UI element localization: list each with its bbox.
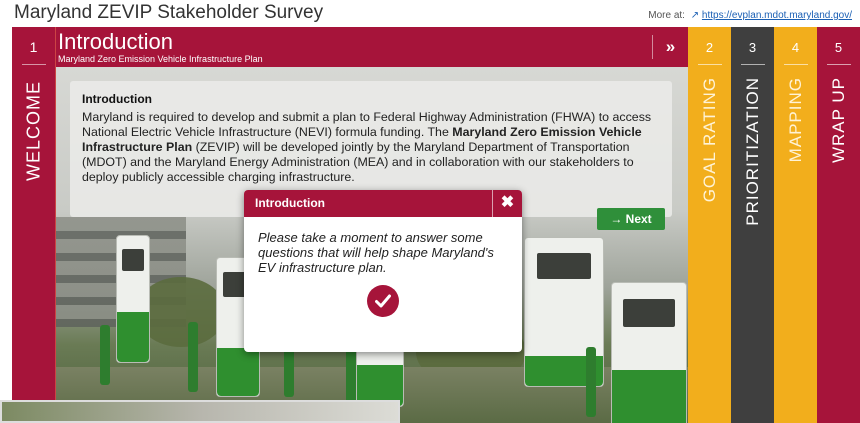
photo-thumbnail-strip xyxy=(0,400,400,423)
step-tab-goal-rating[interactable]: 2 GOAL RATING xyxy=(688,27,731,423)
step-number: 2 xyxy=(705,40,714,55)
charger-unit xyxy=(116,235,150,363)
divider xyxy=(783,64,808,65)
app-title: Maryland ZEVIP Stakeholder Survey xyxy=(14,2,324,23)
evplan-link[interactable]: https://evplan.mdot.maryland.gov/ xyxy=(702,10,852,21)
section-header: Introduction Maryland Zero Emission Vehi… xyxy=(56,27,688,67)
step-label: PRIORITIZATION xyxy=(742,77,762,226)
step-label-container: WRAP UP xyxy=(829,77,849,163)
double-chevron-right-icon[interactable]: » xyxy=(652,35,688,59)
step-label-container: WELCOME xyxy=(23,81,44,181)
charger-unit xyxy=(611,282,687,423)
divider xyxy=(21,64,46,65)
modal-title: Introduction xyxy=(255,196,325,210)
external-link-icon: ↗ xyxy=(690,10,700,21)
step-label: MAPPING xyxy=(785,77,805,163)
top-bar: Maryland ZEVIP Stakeholder Survey More a… xyxy=(0,0,860,27)
intro-text: Maryland is required to develop and subm… xyxy=(82,110,667,185)
step-tab-wrap-up[interactable]: 5 WRAP UP xyxy=(817,27,860,423)
intro-heading: Introduction xyxy=(82,92,152,106)
step-number: 1 xyxy=(29,39,38,55)
modal-message: Please take a moment to answer some ques… xyxy=(258,230,494,275)
divider xyxy=(697,64,722,65)
divider xyxy=(740,64,765,65)
section-title: Introduction xyxy=(58,29,173,54)
intro-modal: Introduction ✖ Please take a moment to a… xyxy=(244,190,522,352)
bollard xyxy=(188,322,198,392)
step-tab-prioritization[interactable]: 3 PRIORITIZATION xyxy=(731,27,774,423)
step-tab-mapping[interactable]: 4 MAPPING xyxy=(774,27,817,423)
next-button[interactable]: → Next xyxy=(597,208,665,230)
close-icon[interactable]: ✖ xyxy=(492,190,522,217)
divider xyxy=(826,64,851,65)
step-label-container: PRIORITIZATION xyxy=(743,77,763,226)
step-number: 4 xyxy=(791,40,800,55)
step-number: 3 xyxy=(748,40,757,55)
bollard xyxy=(100,325,110,385)
step-label: WRAP UP xyxy=(828,77,848,164)
step-label: GOAL RATING xyxy=(699,77,719,203)
modal-header: Introduction ✖ xyxy=(244,190,522,217)
bollard xyxy=(586,347,596,417)
survey-stage: 1 WELCOME Introduction Maryland Zero Emi… xyxy=(12,27,860,423)
step-label-container: GOAL RATING xyxy=(700,77,720,202)
step-number: 5 xyxy=(834,40,843,55)
more-at-label: More at: xyxy=(648,10,685,21)
step-label: WELCOME xyxy=(23,81,43,182)
step-label-container: MAPPING xyxy=(786,77,806,162)
section-subtitle: Maryland Zero Emission Vehicle Infrastru… xyxy=(58,54,263,64)
more-at: More at: ↗ https://evplan.mdot.maryland.… xyxy=(648,10,852,21)
checkmark-icon[interactable] xyxy=(367,285,399,317)
step-tab-welcome[interactable]: 1 WELCOME xyxy=(12,27,56,423)
